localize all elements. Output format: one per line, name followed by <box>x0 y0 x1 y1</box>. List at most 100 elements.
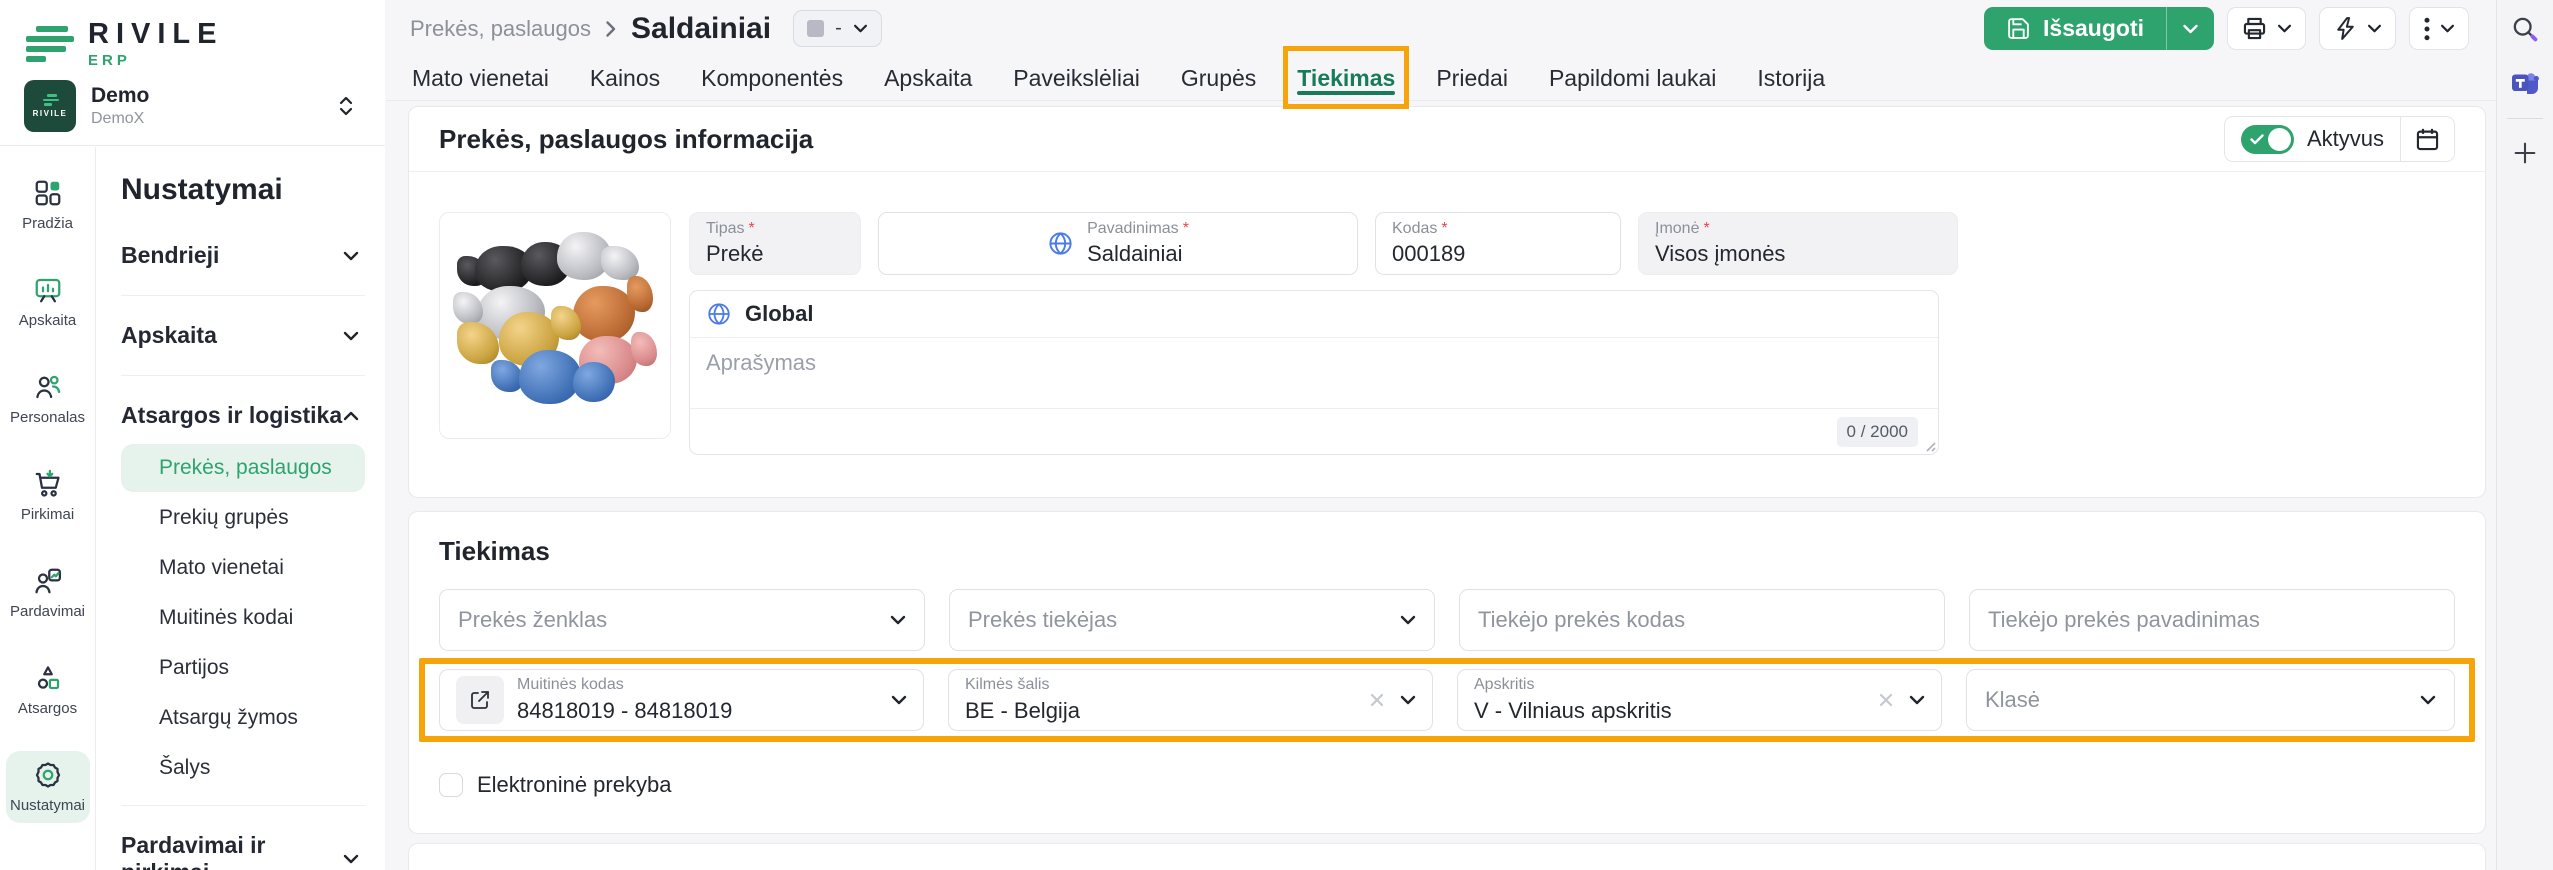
chevron-right-icon <box>605 20 617 38</box>
sidebar-item-muitines-kodai[interactable]: Muitinės kodai <box>121 594 365 642</box>
kilmes-salis-value: BE - Belgija <box>965 698 1080 724</box>
teams-icon <box>2510 68 2540 98</box>
rail-item-apskaita[interactable]: Apskaita <box>6 266 90 338</box>
brand-name: RIVILE <box>88 20 223 49</box>
tab-tiekimas[interactable]: Tiekimas <box>1297 57 1395 100</box>
save-button[interactable]: Išsaugoti <box>1984 7 2166 50</box>
pavadinimas-value[interactable]: Saldainiai <box>1087 241 1189 267</box>
color-dropdown[interactable]: - <box>793 10 882 47</box>
more-menu-dropdown-button[interactable] <box>2409 7 2469 50</box>
checkbox-unchecked[interactable] <box>439 773 463 797</box>
nav-group-apskaita[interactable]: Apskaita <box>121 309 365 362</box>
klase-select[interactable]: Klasė <box>1966 669 2455 731</box>
rail-item-pirkimai[interactable]: Pirkimai <box>6 460 90 532</box>
sidebar-item-prekes-paslaugos[interactable]: Prekės, paslaugos <box>121 444 365 492</box>
rail-item-personalas[interactable]: Personalas <box>6 363 90 435</box>
sidebar-item-prekiu-grupes[interactable]: Prekių grupės <box>121 494 365 542</box>
module-rail: Pradžia Apskaita Personalas Pirkimai Par… <box>0 147 96 870</box>
kodas-value[interactable]: 000189 <box>1392 241 1604 267</box>
pavadinimas-field[interactable]: Pavadinimas* Saldainiai <box>878 212 1358 275</box>
sidebar-item-mato-vienetai[interactable]: Mato vienetai <box>121 544 365 592</box>
tab-komponentes[interactable]: Komponentės <box>701 57 843 100</box>
cart-icon <box>33 469 63 499</box>
kebab-menu-icon <box>2423 17 2431 41</box>
tab-kainos[interactable]: Kainos <box>590 57 660 100</box>
prekes-zenklas-select[interactable]: Prekės ženklas <box>439 589 925 651</box>
tab-paveiksleliai[interactable]: Paveikslėliai <box>1013 57 1140 100</box>
rail-item-pardavimai[interactable]: Pardavimai <box>6 557 90 629</box>
required-marker: * <box>749 220 755 238</box>
teams-button[interactable] <box>2506 64 2544 102</box>
quick-actions-dropdown-button[interactable] <box>2319 7 2396 50</box>
clear-icon[interactable] <box>1877 691 1895 709</box>
calendar-button[interactable] <box>2401 117 2454 161</box>
browser-side-rail <box>2496 0 2553 870</box>
kilmes-salis-select[interactable]: Kilmės šalis BE - Belgija <box>948 669 1433 731</box>
rail-item-atsargos[interactable]: Atsargos <box>6 654 90 726</box>
tab-apskaita[interactable]: Apskaita <box>884 57 972 100</box>
prekes-tiekejas-select[interactable]: Prekės tiekėjas <box>949 589 1435 651</box>
nav-group-bendrieji[interactable]: Bendrieji <box>121 229 365 282</box>
ecommerce-checkbox[interactable]: Elektroninė prekyba <box>439 772 671 798</box>
apskritis-value: V - Vilniaus apskritis <box>1474 698 1672 724</box>
toggle-knob <box>2268 128 2291 151</box>
divider <box>121 375 365 376</box>
breadcrumb-parent[interactable]: Prekės, paslaugos <box>410 16 591 42</box>
open-record-button[interactable] <box>456 676 504 724</box>
divider <box>121 295 365 296</box>
sidebar-item-salys[interactable]: Šalys <box>121 744 365 792</box>
chart-board-icon <box>33 275 63 305</box>
calendar-icon <box>2414 126 2441 153</box>
muitines-kodas-select[interactable]: Muitinės kodas 84818019 - 84818019 <box>439 669 924 731</box>
topbar-actions: Išsaugoti <box>1984 7 2469 50</box>
page-content: Prekės, paslaugos informacija Aktyvus <box>386 101 2496 870</box>
required-marker: * <box>1441 220 1447 238</box>
resize-handle-icon[interactable] <box>1921 437 1937 453</box>
page-title: Saldainiai <box>631 12 771 46</box>
tab-istorija[interactable]: Istorija <box>1757 57 1825 100</box>
sidebar-item-partijos[interactable]: Partijos <box>121 644 365 692</box>
rivile-logo[interactable]: RIVILE ERP <box>24 16 361 72</box>
sidebar-item-atsargu-zymos[interactable]: Atsargų žymos <box>121 694 365 742</box>
rail-item-pradzia[interactable]: Pradžia <box>6 169 90 241</box>
globe-icon <box>706 301 732 327</box>
tab-grupes[interactable]: Grupės <box>1181 57 1256 100</box>
settings-nav: Nustatymai Bendrieji Apskaita Atsargos i… <box>97 147 385 870</box>
plus-icon <box>2511 139 2539 167</box>
product-info-card: Prekės, paslaugos informacija Aktyvus <box>408 106 2486 498</box>
supply-row-2: Muitinės kodas 84818019 - 84818019 Kilmė… <box>439 669 2455 731</box>
chevron-down-icon <box>891 695 907 705</box>
tiekejo-prekes-pavadinimas-input[interactable]: Tiekėjo prekės pavadinimas <box>1969 589 2455 651</box>
description-input[interactable]: Aprašymas <box>690 338 1938 408</box>
nav-group-atsargos-logistika[interactable]: Atsargos ir logistika <box>121 389 365 442</box>
save-icon <box>2006 16 2031 41</box>
tab-papildomi-laukai[interactable]: Papildomi laukai <box>1549 57 1716 100</box>
chevron-down-icon <box>343 331 359 341</box>
tab-priedai[interactable]: Priedai <box>1436 57 1508 100</box>
active-toggle[interactable]: Aktyvus <box>2225 117 2401 161</box>
lightning-icon <box>2333 16 2358 41</box>
apskritis-select[interactable]: Apskritis V - Vilniaus apskritis <box>1457 669 1942 731</box>
add-sidebar-item-button[interactable] <box>2507 135 2543 171</box>
save-dropdown-button[interactable] <box>2166 7 2214 50</box>
product-photo[interactable] <box>439 212 671 439</box>
active-toggle-group: Aktyvus <box>2224 116 2455 162</box>
search-icon <box>2510 14 2540 44</box>
required-marker: * <box>1703 220 1709 238</box>
sidebar-search-button[interactable] <box>2506 10 2544 48</box>
rivile-mini-logo-icon <box>41 94 59 105</box>
supply-row-1: Prekės ženklas Prekės tiekėjas Tiekėjo p… <box>439 589 2455 651</box>
printer-icon <box>2241 15 2268 42</box>
workspace-selector[interactable]: RIVILE Demo DemoX <box>24 80 361 132</box>
rail-item-nustatymai[interactable]: Nustatymai <box>6 751 90 823</box>
print-dropdown-button[interactable] <box>2227 7 2306 50</box>
supply-card-title: Tiekimas <box>439 512 2455 567</box>
tab-mato-vienetai[interactable]: Mato vienetai <box>412 57 549 100</box>
tiekejo-prekes-kodas-input[interactable]: Tiekėjo prekės kodas <box>1459 589 1945 651</box>
kodas-field[interactable]: Kodas* 000189 <box>1375 212 1621 275</box>
char-counter: 0 / 2000 <box>1837 417 1918 447</box>
nav-group-pardavimai-pirkimai[interactable]: Pardavimai ir pirkimai <box>121 819 365 870</box>
sidebar: RIVILE ERP RIVILE Demo DemoX <box>0 0 385 870</box>
clear-icon[interactable] <box>1368 691 1386 709</box>
imone-value: Visos įmonės <box>1655 241 1941 267</box>
